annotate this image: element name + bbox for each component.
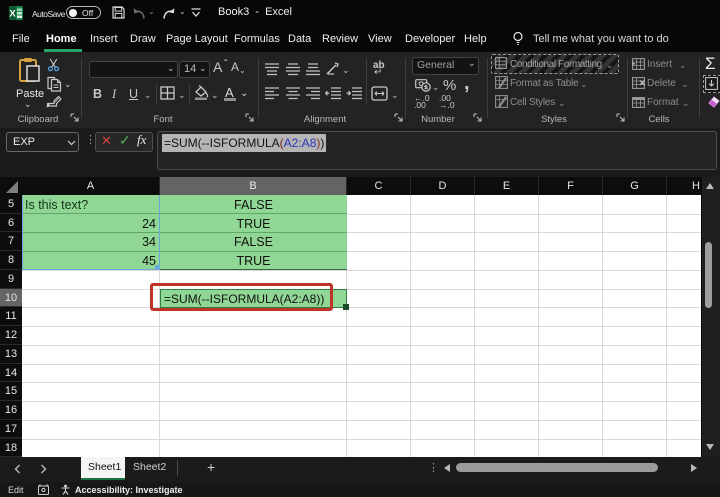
- svg-text:X: X: [9, 9, 16, 20]
